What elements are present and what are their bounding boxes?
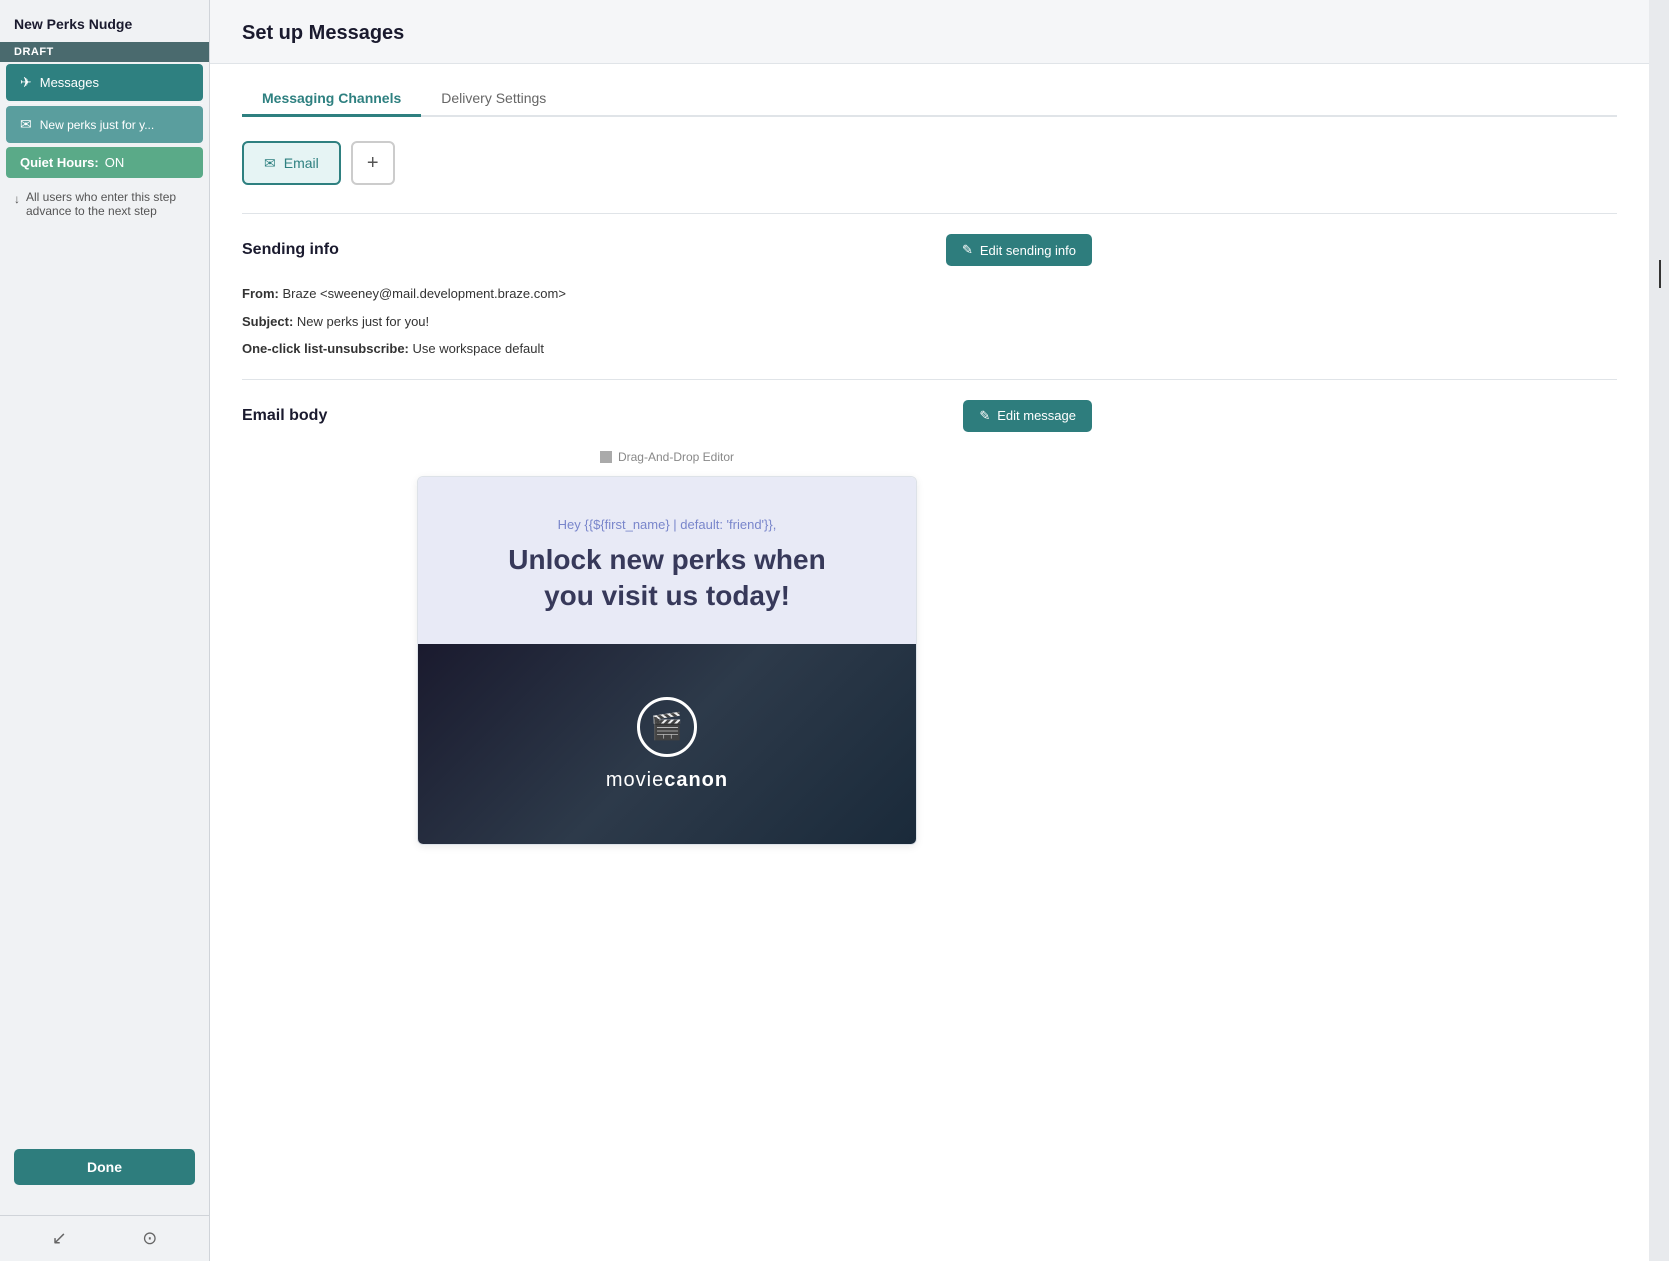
- text-cursor: [1659, 260, 1661, 288]
- edit-sending-info-button[interactable]: ✎ Edit sending info: [946, 234, 1092, 266]
- email-preview-card: Hey {{${first_name} | default: 'friend'}…: [417, 476, 917, 846]
- sidebar-bottom-bar: ↙ ⊙: [0, 1215, 209, 1261]
- sidebar-draft-label: DRAFT: [0, 42, 209, 62]
- sidebar-item-label: Messages: [40, 75, 99, 90]
- brand-regular: movie: [606, 769, 664, 791]
- advance-arrow-icon: ↓: [14, 192, 20, 206]
- add-channel-button[interactable]: +: [351, 141, 395, 185]
- subject-label: Subject:: [242, 314, 293, 329]
- sending-info-section: Sending info ✎ Edit sending info From: B…: [242, 234, 1092, 359]
- edit-sending-icon: ✎: [962, 242, 973, 258]
- sidebar-advance-note: ↓ All users who enter this step advance …: [0, 180, 209, 228]
- headline-line2: you visit us today!: [544, 580, 790, 611]
- sidebar-item-new-perks[interactable]: ✉ New perks just for y...: [6, 106, 203, 143]
- section-divider-1: [242, 213, 1617, 214]
- from-label: From:: [242, 286, 279, 301]
- channel-section: ✉ Email +: [242, 141, 1617, 185]
- edit-message-button[interactable]: ✎ Edit message: [963, 400, 1092, 432]
- unsubscribe-value: Use workspace default: [413, 341, 545, 356]
- main-header: Set up Messages: [210, 0, 1649, 64]
- email-preview-top: Hey {{${first_name} | default: 'friend'}…: [418, 477, 916, 645]
- unsubscribe-label: One-click list-unsubscribe:: [242, 341, 409, 356]
- brand-bold: canon: [664, 769, 728, 791]
- sending-info-title: Sending info: [242, 241, 339, 259]
- film-icon: 🎬: [637, 697, 697, 757]
- film-reel-icon: 🎬: [651, 711, 683, 742]
- tab-delivery-settings[interactable]: Delivery Settings: [421, 82, 566, 117]
- sidebar-quiet-hours[interactable]: Quiet Hours: ON: [6, 147, 203, 178]
- main-panel: Set up Messages Messaging Channels Deliv…: [210, 0, 1649, 1261]
- sidebar-title: New Perks Nudge: [0, 0, 209, 42]
- page-title: Set up Messages: [242, 22, 1617, 45]
- dnd-label-text: Drag-And-Drop Editor: [618, 450, 734, 464]
- email-channel-icon: ✉: [264, 155, 276, 172]
- from-row: From: Braze <sweeney@mail.development.br…: [242, 284, 1092, 304]
- messages-icon: ✈: [20, 74, 32, 91]
- email-sub-icon: ✉: [20, 116, 32, 133]
- from-value: Braze <sweeney@mail.development.braze.co…: [282, 286, 565, 301]
- sidebar-item-messages[interactable]: ✈ Messages: [6, 64, 203, 101]
- email-body-header: Email body ✎ Edit message: [242, 400, 1092, 432]
- email-body-section: Email body ✎ Edit message Drag-And-Drop …: [242, 400, 1092, 846]
- subject-value: New perks just for you!: [297, 314, 429, 329]
- section-divider-2: [242, 379, 1617, 380]
- sending-info-header: Sending info ✎ Edit sending info: [242, 234, 1092, 266]
- sidebar: New Perks Nudge DRAFT ✈ Messages ✉ New p…: [0, 0, 210, 1261]
- dnd-label: Drag-And-Drop Editor: [242, 450, 1092, 464]
- tab-messaging-channels[interactable]: Messaging Channels: [242, 82, 421, 117]
- subject-row: Subject: New perks just for you!: [242, 312, 1092, 332]
- dnd-icon: [600, 451, 612, 463]
- help-icon[interactable]: ⊙: [142, 1228, 157, 1249]
- email-channel-label: Email: [284, 155, 319, 171]
- expand-icon[interactable]: ↙: [52, 1228, 67, 1249]
- quiet-hours-label: Quiet Hours:: [20, 155, 99, 170]
- edit-message-label: Edit message: [997, 408, 1076, 423]
- email-headline: Unlock new perks when you visit us today…: [448, 542, 886, 615]
- tab-bar: Messaging Channels Delivery Settings: [242, 64, 1617, 117]
- unsubscribe-row: One-click list-unsubscribe: Use workspac…: [242, 339, 1092, 359]
- advance-note-text: All users who enter this step advance to…: [26, 190, 195, 218]
- brand-name: moviecanon: [606, 769, 728, 792]
- cursor-area: [1649, 0, 1669, 1261]
- main-content: Messaging Channels Delivery Settings ✉ E…: [210, 64, 1649, 845]
- email-channel-button[interactable]: ✉ Email: [242, 141, 341, 185]
- done-button[interactable]: Done: [14, 1149, 195, 1185]
- headline-line1: Unlock new perks when: [508, 544, 825, 575]
- email-greeting: Hey {{${first_name} | default: 'friend'}…: [448, 517, 886, 532]
- edit-sending-label: Edit sending info: [980, 243, 1076, 258]
- quiet-hours-value: ON: [105, 155, 125, 170]
- sidebar-sub-label: New perks just for y...: [40, 118, 154, 132]
- edit-message-icon: ✎: [979, 408, 990, 424]
- email-preview-image: 🎬 moviecanon: [418, 644, 916, 844]
- email-body-title: Email body: [242, 407, 327, 425]
